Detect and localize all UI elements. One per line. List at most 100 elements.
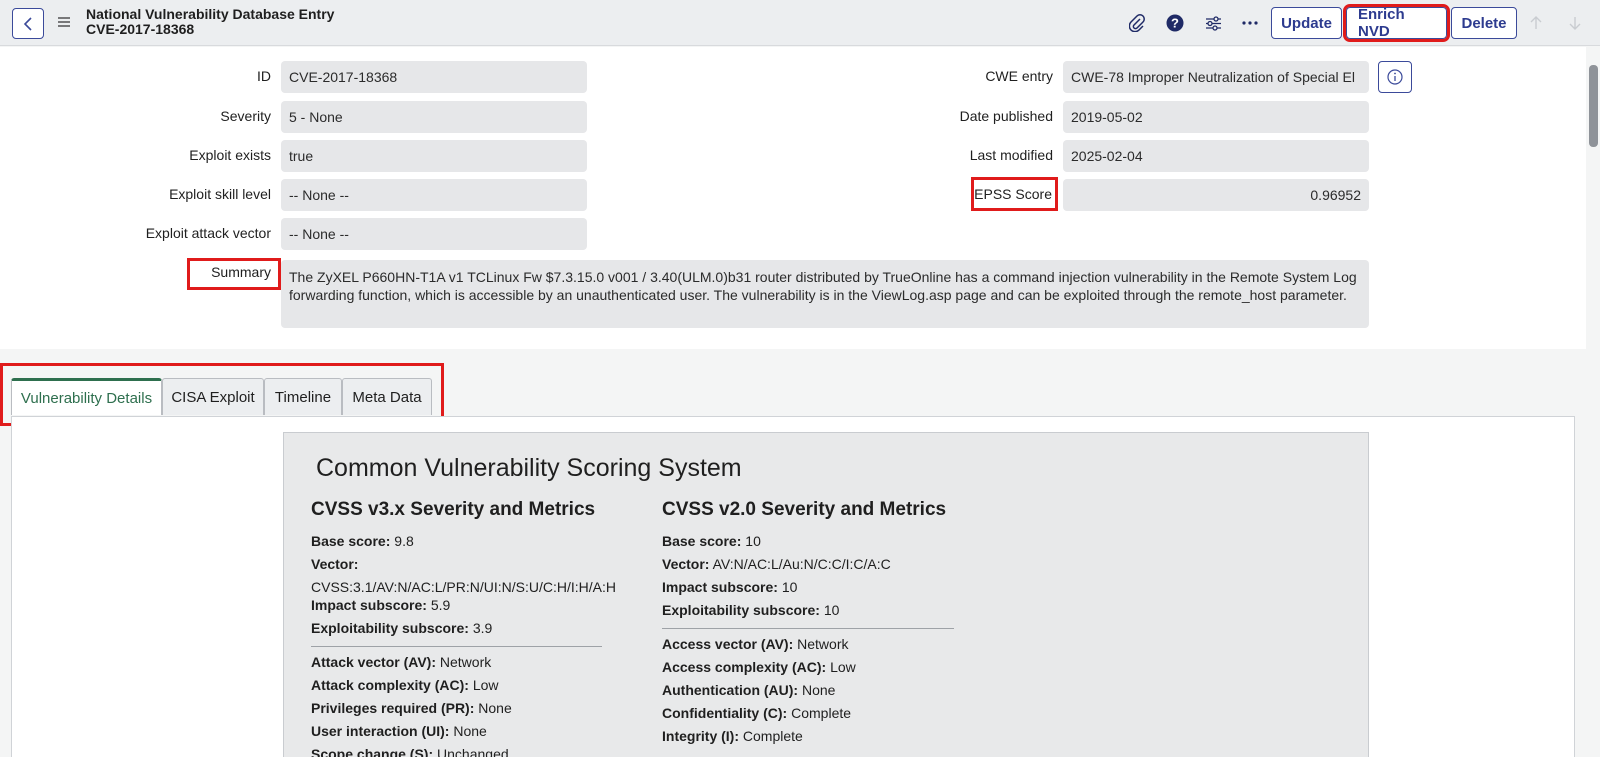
v2-ac-value: Low (830, 659, 856, 675)
severity-label: Severity (220, 108, 271, 124)
record-number: CVE-2017-18368 (86, 21, 195, 37)
epss-score-field[interactable]: 0.96952 (1063, 179, 1369, 211)
exploit-skill-field[interactable]: -- None -- (281, 179, 587, 211)
cvss-title: Common Vulnerability Scoring System (316, 454, 742, 482)
v2-impact-label: Impact subscore: (662, 579, 778, 595)
v3-av-label: Attack vector (AV): (311, 654, 436, 670)
arrow-up-icon[interactable] (1527, 12, 1545, 34)
v2-divider (662, 628, 954, 629)
cwe-field[interactable]: CWE-78 Improper Neutralization of Specia… (1063, 61, 1369, 93)
v2-exploitability-label: Exploitability subscore: (662, 602, 820, 618)
id-field[interactable]: CVE-2017-18368 (281, 61, 587, 93)
v3-vector-label: Vector: (311, 556, 359, 572)
exploit-vector-field[interactable]: -- None -- (281, 218, 587, 250)
paperclip-icon[interactable] (1126, 12, 1148, 34)
v3-user-interaction: User interaction (UI): None (311, 723, 487, 739)
summary-label: Summary (187, 258, 281, 290)
info-icon (1387, 69, 1403, 85)
v3-pr-label: Privileges required (PR): (311, 700, 475, 716)
date-published-label: Date published (959, 108, 1053, 124)
v3-impact-value: 5.9 (430, 597, 451, 613)
v2-av-label: Access vector (AV): (662, 636, 794, 652)
v3-attack-complexity: Attack complexity (AC): Low (311, 677, 499, 693)
info-button[interactable] (1378, 61, 1412, 93)
scrollbar-thumb[interactable] (1589, 65, 1598, 147)
exploit-skill-label: Exploit skill level (169, 186, 271, 202)
v2-impact-value: 10 (781, 579, 798, 595)
last-modified-label: Last modified (969, 147, 1053, 163)
chevron-left-icon (23, 16, 32, 31)
v3-ac-value: Low (472, 677, 499, 693)
v3-av-value: Network (439, 654, 492, 670)
v3-divider (311, 646, 602, 647)
v3-scope-change: Scope change (S): Unchanged (311, 746, 509, 757)
v3-attack-vector: Attack vector (AV): Network (311, 654, 491, 670)
record-form: ID CVE-2017-18368 Severity 5 - None Expl… (0, 47, 1586, 349)
severity-field[interactable]: 5 - None (281, 101, 587, 133)
v3-impact-label: Impact subscore: (311, 597, 427, 613)
v2-base-score: Base score: 10 (662, 533, 761, 549)
tab-bar: Vulnerability Details CISA Exploit Timel… (0, 363, 444, 426)
v2-vector-value: AV:N/AC:L/Au:N/C:C/I:C/A:C (712, 556, 891, 572)
v3-exploitability: Exploitability subscore: 3.9 (311, 620, 492, 636)
scrollbar[interactable] (1586, 47, 1600, 757)
id-label: ID (257, 68, 271, 84)
hamburger-menu-icon[interactable] (58, 15, 70, 31)
v2-confidentiality: Confidentiality (C): Complete (662, 705, 851, 721)
cvss-v3-heading: CVSS v3.x Severity and Metrics (311, 499, 596, 520)
form-header: National Vulnerability Database Entry CV… (0, 0, 1600, 46)
sliders-icon[interactable] (1202, 12, 1224, 34)
enrich-nvd-button[interactable]: Enrich NVD (1343, 4, 1450, 42)
svg-text:?: ? (1171, 16, 1179, 31)
v2-i-value: Complete (742, 728, 803, 744)
v3-ui-label: User interaction (UI): (311, 723, 450, 739)
summary-field[interactable]: The ZyXEL P660HN-T1A v1 TCLinux Fw $7.3.… (281, 260, 1369, 328)
v3-ac-label: Attack complexity (AC): (311, 677, 469, 693)
more-icon[interactable] (1239, 12, 1261, 34)
cwe-label: CWE entry (985, 68, 1053, 84)
v3-base-score-value: 9.8 (394, 533, 414, 549)
v2-access-complexity: Access complexity (AC): Low (662, 659, 856, 675)
v3-ui-value: None (453, 723, 487, 739)
tab-vulnerability-details[interactable]: Vulnerability Details (11, 378, 162, 415)
tab-content-panel: Common Vulnerability Scoring System CVSS… (11, 416, 1575, 757)
arrow-down-icon[interactable] (1566, 12, 1584, 34)
v2-i-label: Integrity (I): (662, 728, 739, 744)
v3-privileges-required: Privileges required (PR): None (311, 700, 512, 716)
v3-s-value: Unchanged (437, 746, 509, 757)
cvss-v2-heading: CVSS v2.0 Severity and Metrics (662, 499, 947, 520)
v2-impact: Impact subscore: 10 (662, 579, 797, 595)
back-button[interactable] (12, 8, 44, 39)
last-modified-field[interactable]: 2025-02-04 (1063, 140, 1369, 172)
help-icon[interactable]: ? (1164, 12, 1186, 34)
v2-base-score-value: 10 (745, 533, 761, 549)
v3-pr-value: None (478, 700, 512, 716)
v2-base-score-label: Base score: (662, 533, 742, 549)
exploit-vector-label: Exploit attack vector (145, 225, 271, 241)
v2-exploitability: Exploitability subscore: 10 (662, 602, 839, 618)
v3-vector-value: CVSS:3.1/AV:N/AC:L/PR:N/UI:N/S:U/C:H/I:H… (311, 579, 616, 595)
update-button[interactable]: Update (1271, 7, 1342, 39)
v3-exploitability-value: 3.9 (472, 620, 493, 636)
v2-c-value: Complete (791, 705, 852, 721)
record-title: National Vulnerability Database Entry CV… (86, 7, 334, 37)
v2-au-value: None (801, 682, 836, 698)
v2-av-value: Network (797, 636, 849, 652)
v2-integrity: Integrity (I): Complete (662, 728, 803, 744)
epss-score-label: EPSS Score (971, 177, 1058, 211)
v3-vector: Vector: (311, 556, 358, 572)
v2-exploitability-value: 10 (823, 602, 840, 618)
v3-exploitability-label: Exploitability subscore: (311, 620, 469, 636)
v2-access-vector: Access vector (AV): Network (662, 636, 849, 652)
v3-s-label: Scope change (S): (311, 746, 434, 757)
delete-button[interactable]: Delete (1451, 7, 1517, 39)
v3-impact: Impact subscore: 5.9 (311, 597, 450, 613)
exploit-exists-field[interactable]: true (281, 140, 587, 172)
date-published-field[interactable]: 2019-05-02 (1063, 101, 1369, 133)
v2-c-label: Confidentiality (C): (662, 705, 788, 721)
tab-timeline[interactable]: Timeline (264, 378, 342, 415)
tab-cisa-exploit[interactable]: CISA Exploit (162, 378, 264, 415)
tab-meta-data[interactable]: Meta Data (342, 378, 432, 415)
cvss-panel: Common Vulnerability Scoring System CVSS… (283, 432, 1369, 757)
v2-au-label: Authentication (AU): (662, 682, 799, 698)
